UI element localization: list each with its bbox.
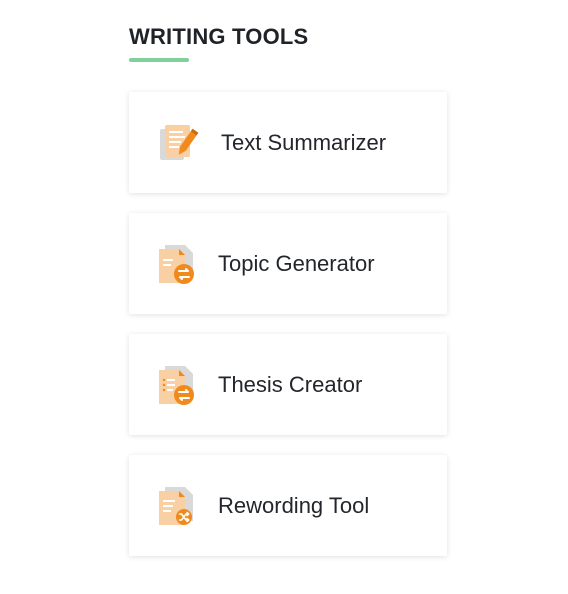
document-list-swap-icon bbox=[156, 363, 200, 407]
tool-card-thesis-creator[interactable]: Thesis Creator bbox=[129, 334, 447, 435]
writing-tools-section: WRITING TOOLS bbox=[129, 22, 447, 62]
section-title: WRITING TOOLS bbox=[129, 24, 309, 49]
tool-label-text-summarizer: Text Summarizer bbox=[221, 129, 387, 155]
tool-card-topic-generator[interactable]: Topic Generator bbox=[129, 213, 447, 314]
tool-card-rewording-tool[interactable]: Rewording Tool bbox=[129, 455, 447, 556]
tool-card-text-summarizer[interactable]: Text Summarizer bbox=[129, 92, 447, 193]
tool-label-topic-generator: Topic Generator bbox=[218, 250, 375, 276]
document-shuffle-icon bbox=[156, 484, 200, 528]
document-pen-icon bbox=[157, 121, 201, 165]
tool-label-thesis-creator: Thesis Creator bbox=[218, 371, 363, 397]
tool-label-rewording-tool: Rewording Tool bbox=[218, 492, 370, 518]
title-underline bbox=[129, 58, 189, 62]
document-swap-icon bbox=[156, 242, 200, 286]
tools-list: Text Summarizer Topic Generator Thesis C… bbox=[129, 92, 447, 576]
